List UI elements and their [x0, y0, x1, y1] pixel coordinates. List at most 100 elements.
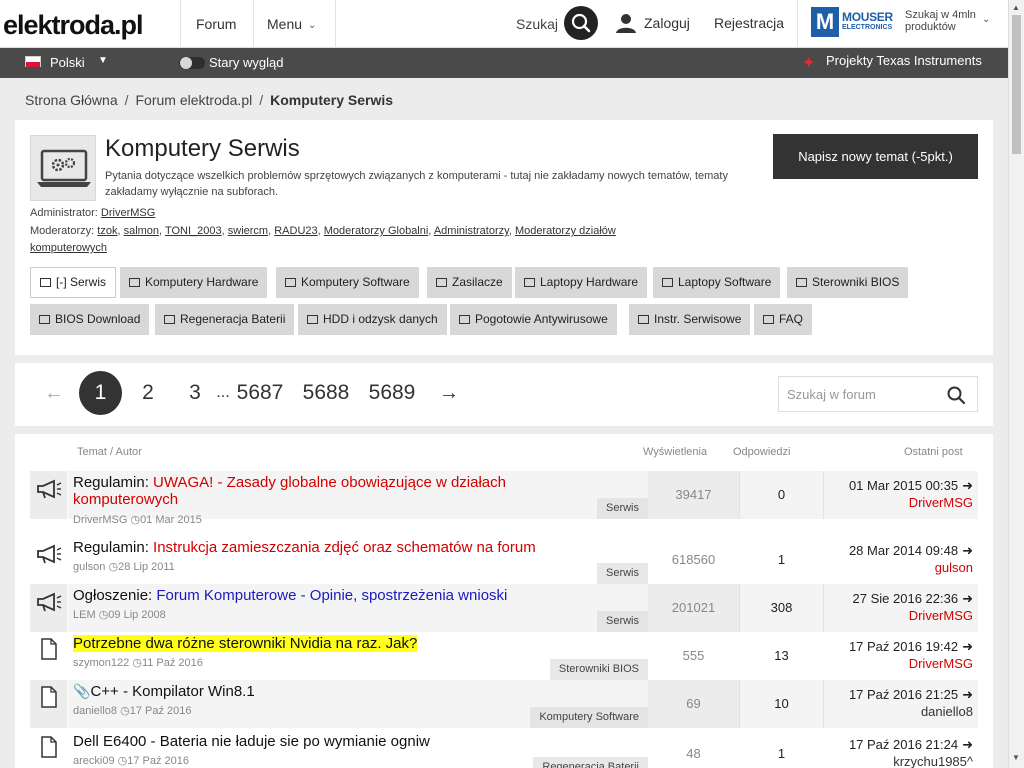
arrow-right-icon[interactable]: ➜ [962, 737, 973, 752]
arrow-right-icon[interactable]: ➜ [962, 478, 973, 493]
subforum-tab[interactable]: Pogotowie Antywirusowe [450, 304, 617, 335]
arrow-right-icon[interactable]: ➜ [962, 687, 973, 702]
last-post-user[interactable]: DriverMSG [909, 495, 973, 510]
topic-title-link[interactable]: Potrzebne dwa różne sterowniki Nvidia na… [73, 635, 573, 652]
subforum-tab-serwis[interactable]: [-] Serwis [30, 267, 117, 298]
page-link[interactable]: 5689 [366, 371, 418, 415]
topic-title-link[interactable]: 📎C++ - Kompilator Win8.1 [73, 683, 573, 700]
last-post-date[interactable]: 01 Mar 2015 00:35 ➜ [849, 478, 973, 494]
subforum-tab[interactable]: Sterowniki BIOS [787, 267, 909, 298]
scroll-down-icon[interactable]: ▼ [1012, 753, 1020, 762]
subforum-tab[interactable]: Komputery Software [276, 267, 419, 298]
topic-author-link[interactable]: gulson [73, 561, 105, 573]
page-link[interactable]: 5688 [300, 371, 352, 415]
topic-row[interactable]: Dell E6400 - Bateria nie ładuje sie po w… [30, 730, 978, 768]
last-post-date[interactable]: 27 Sie 2016 22:36 ➜ [853, 591, 973, 607]
moderator-link[interactable]: swiercm [228, 225, 268, 237]
page-link-current[interactable]: 1 [79, 371, 122, 415]
page-link[interactable]: 5687 [234, 371, 286, 415]
old-view-label[interactable]: Stary wygląd [209, 55, 283, 70]
forum-search-input[interactable] [779, 377, 939, 411]
topic-title-link[interactable]: Regulamin: Instrukcja zamieszczania zdję… [73, 539, 573, 556]
subforum-tag[interactable]: Serwis [596, 611, 648, 632]
last-post-user[interactable]: DriverMSG [909, 608, 973, 623]
old-view-toggle[interactable] [179, 57, 205, 69]
subforum-tag[interactable]: Serwis [596, 498, 648, 519]
topic-title-link[interactable]: Ogłoszenie: Forum Komputerowe - Opinie, … [73, 587, 573, 604]
next-page-arrow-icon[interactable]: → [439, 371, 459, 415]
scrollbar-thumb[interactable] [1012, 15, 1021, 154]
last-post-user[interactable]: krzychu1985^ [893, 754, 973, 768]
arrow-right-icon[interactable]: ➜ [962, 591, 973, 606]
moderator-link[interactable]: Moderatorzy Globalni [324, 225, 429, 237]
subforum-tag[interactable]: Regeneracja Baterii [533, 757, 648, 768]
last-post-date[interactable]: 17 Paź 2016 21:24 ➜ [849, 737, 973, 753]
category-description: Pytania dotyczące wszelkich problemów sp… [105, 170, 728, 198]
subforum-tab[interactable]: Komputery Hardware [120, 267, 268, 298]
page-link[interactable]: 3 [185, 371, 205, 415]
subforum-tag[interactable]: Sterowniki BIOS [549, 659, 648, 680]
subforum-tab[interactable]: Regeneracja Baterii [155, 304, 295, 335]
topic-row[interactable]: Regulamin: UWAGA! - Zasady globalne obow… [30, 471, 978, 526]
search-button[interactable] [564, 6, 598, 40]
subforum-tab[interactable]: Zasilacze [427, 267, 512, 298]
topic-row[interactable]: Regulamin: Instrukcja zamieszczania zdję… [30, 536, 978, 584]
breadcrumb-home[interactable]: Strona Główna [25, 92, 118, 108]
nav-forum-link[interactable]: Forum [196, 16, 236, 32]
last-post-user[interactable]: daniello8 [921, 704, 973, 719]
last-post-date-text: 17 Paź 2016 19:42 [848, 639, 959, 654]
topic-row[interactable]: 📎C++ - Kompilator Win8.1 daniello8 ◷17 Pa… [30, 680, 978, 728]
last-post-user[interactable]: gulson [935, 560, 973, 575]
last-post-user[interactable]: DriverMSG [909, 656, 973, 671]
site-logo[interactable]: elektroda.pl [3, 10, 144, 41]
last-post-date[interactable]: 28 Mar 2014 09:48 ➜ [849, 543, 973, 559]
login-link[interactable]: Zaloguj [644, 15, 690, 31]
megaphone-icon [36, 592, 62, 617]
prev-page-arrow-icon[interactable]: ← [44, 371, 64, 415]
mouser-logo[interactable]: M MOUSER ELECTRONICS [811, 7, 894, 37]
subforum-tag[interactable]: Serwis [596, 563, 648, 584]
topic-author-link[interactable]: DriverMSG [73, 514, 127, 526]
admin-link[interactable]: DriverMSG [101, 207, 155, 219]
last-post-date[interactable]: 17 Paź 2016 21:25 ➜ [849, 687, 973, 703]
user-icon[interactable] [615, 12, 637, 39]
chevron-down-icon[interactable]: ▼ [98, 55, 108, 66]
subforum-tab[interactable]: FAQ [754, 304, 813, 335]
subforum-tab[interactable]: Laptopy Software [653, 267, 781, 298]
subforum-label: Komputery Software [301, 275, 410, 289]
nav-menu-button[interactable]: Menu ⌄ [267, 16, 316, 32]
topic-author-link[interactable]: LEM [73, 609, 96, 621]
moderator-link[interactable]: salmon [124, 225, 159, 237]
moderator-link[interactable]: RADU23 [274, 225, 317, 237]
topic-title-link[interactable]: Regulamin: UWAGA! - Zasady globalne obow… [73, 474, 573, 508]
page-scrollbar[interactable]: ▲ ▼ [1008, 0, 1024, 768]
last-post-date[interactable]: 17 Paź 2016 19:42 ➜ [849, 639, 973, 655]
subforum-tab[interactable]: BIOS Download [30, 304, 150, 335]
topic-author-link[interactable]: szymon122 [73, 657, 129, 669]
breadcrumb-forum[interactable]: Forum elektroda.pl [136, 92, 253, 108]
chevron-down-icon[interactable]: ⌄ [982, 14, 990, 25]
subforum-tab[interactable]: Instr. Serwisowe [629, 304, 751, 335]
topic-author-link[interactable]: daniello8 [73, 705, 117, 717]
moderator-link[interactable]: tzok [97, 225, 117, 237]
register-link[interactable]: Rejestracja [714, 15, 784, 31]
topic-row[interactable]: Potrzebne dwa różne sterowniki Nvidia na… [30, 632, 978, 680]
scroll-up-icon[interactable]: ▲ [1012, 3, 1020, 12]
search-icon[interactable] [946, 385, 966, 405]
arrow-right-icon[interactable]: ➜ [962, 639, 973, 654]
arrow-right-icon[interactable]: ➜ [962, 543, 973, 558]
topic-row[interactable]: Ogłoszenie: Forum Komputerowe - Opinie, … [30, 584, 978, 632]
moderator-link[interactable]: Administratorzy [434, 225, 509, 237]
search-label[interactable]: Szukaj [516, 16, 558, 32]
page-link[interactable]: 2 [138, 371, 158, 415]
moderator-link[interactable]: TONI_2003 [165, 225, 222, 237]
subforum-tab[interactable]: Laptopy Hardware [515, 267, 648, 298]
mouser-search-text[interactable]: Szukaj w 4mln produktów [905, 9, 980, 33]
subforum-tag[interactable]: Komputery Software [530, 707, 648, 728]
language-select[interactable]: Polski [50, 55, 85, 70]
topic-title-link[interactable]: Dell E6400 - Bateria nie ładuje sie po w… [73, 733, 573, 750]
ti-projects-link[interactable]: Projekty Texas Instruments [826, 53, 982, 68]
subforum-tab[interactable]: HDD i odzysk danych [298, 304, 447, 335]
topic-author-link[interactable]: arecki09 [73, 755, 115, 767]
new-topic-button[interactable]: Napisz nowy temat (-5pkt.) [773, 134, 978, 179]
